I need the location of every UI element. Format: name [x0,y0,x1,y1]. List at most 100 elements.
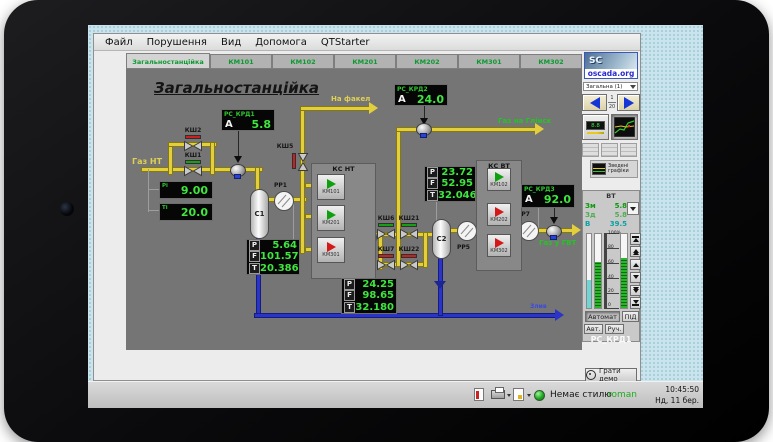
up-button[interactable] [630,259,641,271]
front-camera [60,202,74,216]
document-icon[interactable] [474,388,484,401]
display-pft-vt: P23.72 F52.95 T32.046 [424,166,476,202]
play-demo-button[interactable]: Грати демо [585,368,637,382]
to-max-button[interactable] [630,233,641,245]
tab-km102[interactable]: КМ102 [272,54,334,69]
clock[interactable]: 10:45:50 Нд, 11 бер. [627,384,699,406]
drain-flow-arrow [434,281,446,289]
valve-body-icon [376,228,396,240]
compressor-km202[interactable]: КМ202 [487,203,511,226]
display-krd1: РС_КРД1 А5.8 [221,109,275,131]
menu-violations[interactable]: Порушення [140,37,214,48]
compressor-km302[interactable]: КМ302 [487,234,511,257]
ruch-button[interactable]: Руч. [605,324,624,334]
prev-page-button[interactable] [582,94,607,111]
compressor-km102[interactable]: КМ102 [487,168,511,191]
photo-stage: { "app": { "menu": ["Файл", "Порушення",… [0,0,773,442]
setpoint-row: Зм 5.8 [585,202,627,210]
menu-qtstarter[interactable]: QTStarter [314,37,377,48]
compressor-km301[interactable]: КМ301 [317,237,345,263]
display-pft-mid: P24.25 F98.65 T32.180 [341,278,397,314]
valve-ksh1[interactable]: КШ1 [178,152,208,177]
compressor-km101[interactable]: КМ101 [317,174,345,200]
printer-icon[interactable] [491,390,505,399]
mode-auto-button[interactable]: Автомат [585,311,620,322]
view-select[interactable]: Загальна (1) [583,82,638,91]
display-krd3: РС_КРД3 А92.0 [521,184,575,208]
variable-bar[interactable] [594,233,602,309]
label-rr5: РР5 [457,244,470,251]
page-counter: 1 20 [608,94,616,111]
style-status: Немає стилю [550,390,612,400]
panel-report-icon[interactable] [620,143,637,157]
valve-ksh21[interactable]: КШ21 [394,215,424,240]
setpoint-spin-button[interactable] [627,202,639,215]
label-drain: Злив [530,303,547,310]
mnemo-view-button[interactable]: 8.8 [582,114,609,140]
taskbar: Немає стилю roman 10:45:50 Нд, 11 бер. [88,381,703,408]
menu-help[interactable]: Допомога [248,37,314,48]
to-min-button[interactable] [630,297,641,309]
panel-list-icon[interactable] [601,143,618,157]
down-button[interactable] [630,272,641,284]
menu-bar: Файл Порушення Вид Допомога QTStarter [94,34,640,51]
tab-km302[interactable]: КМ302 [520,54,582,69]
tab-km201[interactable]: КМ201 [334,54,396,69]
display-pi: Pi 9.00 [159,181,213,199]
printer-menu-icon[interactable] [507,394,511,397]
arrow-left-icon [590,97,600,109]
tab-main-station[interactable]: Загальностанційка [126,53,210,69]
mode-pid-button[interactable]: ПІД [622,311,639,322]
compressor-state-icon [495,238,504,248]
export-icon[interactable] [513,388,524,401]
menu-file[interactable]: Файл [98,37,140,48]
oscada-logo-graphic: SC [585,53,637,69]
compressor-km201[interactable]: КМ201 [317,205,345,231]
sensor-link [148,210,159,211]
panel-doc-icon[interactable] [582,143,599,157]
summary-chart-icon [592,163,606,175]
fast-up-button[interactable] [630,246,641,258]
compressor-state-icon [327,210,336,220]
screen-desktop: Файл Порушення Вид Допомога QTStarter За… [88,25,703,408]
fast-down-button[interactable] [630,285,641,297]
menu-view[interactable]: Вид [214,37,248,48]
label-gvt: Газ у ГВТ [539,239,576,247]
display-pft-nt: P5.64 F101.57 T20.386 [246,239,300,275]
valve-body-icon [183,165,203,177]
regulator-arrow-icon [234,156,242,163]
compressor-state-icon [327,242,336,252]
tab-km202[interactable]: КМ202 [396,54,458,69]
scheme-tabs: Загальностанційка КМ101 КМ102 КМ201 КМ20… [126,53,582,69]
chevron-down-icon [630,207,636,211]
record-icon [586,370,596,380]
drain-arrow [555,309,564,321]
next-page-button[interactable] [617,94,640,111]
separator-rr5 [456,220,478,242]
drain-pipe [254,313,556,318]
tab-km301[interactable]: КМ301 [458,54,520,69]
gvt-arrow [572,224,581,236]
display-krd2: РС_КРД2 А24.0 [394,84,448,106]
valve-body-icon [399,228,419,240]
export-menu-icon[interactable] [527,394,531,397]
avt-button[interactable]: Авт. [584,324,603,334]
compressor-state-icon [327,179,336,189]
regulator-faceplate: ВТ Зм 5.8 Зд 5.8 В 39.5 [582,190,640,342]
status-led-icon [534,390,545,401]
summary-graphs-button[interactable]: Зведені графіки [590,160,638,178]
openscada-window: Файл Порушення Вид Допомога QTStarter За… [93,33,641,381]
regulator-krd1-actuator [234,174,241,179]
tab-km101[interactable]: КМ101 [210,54,272,69]
valve-ksh2[interactable]: КШ2 [178,127,208,152]
arrow-right-icon [624,97,634,109]
scheme-title: Загальностанційка [154,79,319,97]
output-bar[interactable] [586,233,592,309]
valve-ksh22[interactable]: КШ22 [394,246,424,271]
setpoint-bar[interactable] [620,233,628,309]
mnemo-icon: 8.8 [586,121,605,130]
trends-view-button[interactable] [611,114,638,140]
regulator-arrow-icon [550,217,558,224]
compressor-state-icon [495,207,504,217]
oscada-logo[interactable]: SC oscada.org [584,52,638,79]
